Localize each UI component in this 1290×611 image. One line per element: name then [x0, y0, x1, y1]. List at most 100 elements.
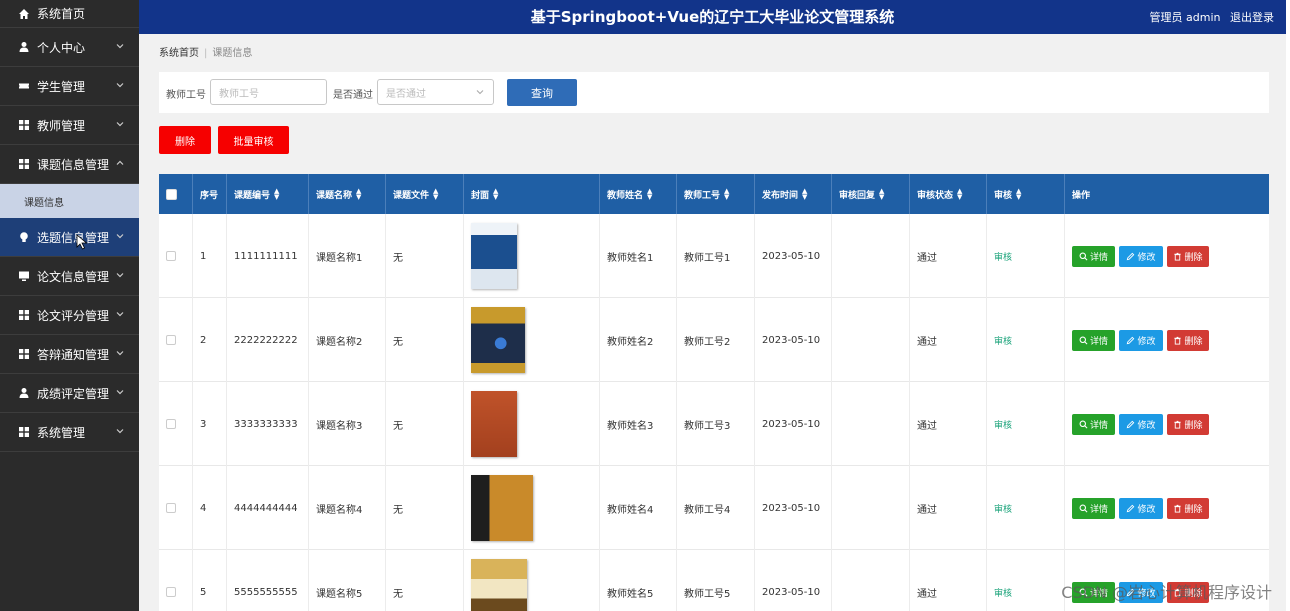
cell-file: 无: [386, 382, 464, 466]
header-status[interactable]: 审核状态 ▲ ▼: [910, 174, 987, 214]
cover-image[interactable]: [471, 391, 517, 457]
grid-icon: [18, 348, 30, 360]
audit-link[interactable]: 审核: [994, 334, 1012, 347]
edit-button[interactable]: 修改: [1119, 497, 1163, 519]
cell-status: 通过: [910, 298, 987, 382]
sort-icon[interactable]: ▲ ▼: [356, 188, 361, 201]
delete-button[interactable]: 删除: [159, 126, 211, 154]
sidebar-item-scoring[interactable]: 论文评分管理: [0, 296, 139, 335]
passed-select[interactable]: 是否通过: [377, 79, 494, 105]
sidebar-item-profile[interactable]: 个人中心: [0, 28, 139, 67]
breadcrumb-home[interactable]: 系统首页: [159, 48, 199, 59]
sidebar-item-home[interactable]: 系统首页: [0, 0, 139, 28]
button-label: 删除: [1184, 336, 1203, 347]
cover-image[interactable]: [471, 307, 525, 373]
row-check-cell: [159, 466, 193, 550]
delete-row-button[interactable]: 删除: [1167, 329, 1209, 351]
search-panel: 教师工号 教师工号 是否通过 是否通过 查询: [159, 72, 1269, 113]
cell-text: 无: [393, 420, 403, 432]
delete-row-button[interactable]: 删除: [1167, 245, 1209, 267]
sidebar-item-system[interactable]: 系统管理: [0, 413, 139, 452]
edit-button[interactable]: 修改: [1119, 413, 1163, 435]
cell-text: 教师工号2: [684, 336, 731, 348]
sort-icon[interactable]: ▲ ▼: [433, 188, 438, 201]
header-cover[interactable]: 封面 ▲ ▼: [464, 174, 600, 214]
logout-link[interactable]: 退出登录: [1230, 11, 1274, 24]
cell-text: 通过: [917, 336, 937, 348]
search-icon: [1079, 336, 1088, 344]
cell-teacher-no: 教师工号4: [677, 466, 755, 550]
sort-icon[interactable]: ▲ ▼: [1016, 188, 1021, 201]
grid-icon: [18, 119, 30, 131]
audit-link[interactable]: 审核: [994, 502, 1012, 515]
detail-button[interactable]: 详情: [1072, 245, 1115, 267]
audit-link[interactable]: 审核: [994, 250, 1012, 263]
sidebar-item-topics[interactable]: 课题信息管理: [0, 145, 139, 184]
cover-image[interactable]: [471, 223, 517, 289]
select-all-checkbox[interactable]: [166, 188, 177, 200]
detail-button[interactable]: 详情: [1072, 329, 1115, 351]
sort-icon[interactable]: ▲ ▼: [879, 188, 884, 201]
row-checkbox[interactable]: [166, 251, 176, 261]
chevron-down-icon: [116, 83, 124, 88]
edit-button[interactable]: 修改: [1119, 245, 1163, 267]
cell-text: 课题名称5: [316, 588, 363, 600]
cell-teacher-no: 教师工号1: [677, 214, 755, 298]
edit-button[interactable]: 修改: [1119, 329, 1163, 351]
header-teacher-no[interactable]: 教师工号 ▲ ▼: [677, 174, 755, 214]
sort-icon[interactable]: ▲ ▼: [493, 188, 498, 201]
cover-image[interactable]: [471, 559, 527, 611]
sort-icon[interactable]: ▲ ▼: [274, 188, 279, 201]
header-reply[interactable]: 审核回复 ▲ ▼: [832, 174, 910, 214]
cell-teacher: 教师姓名5: [600, 550, 677, 611]
batch-audit-button[interactable]: 批量审核: [218, 126, 289, 154]
teacher-no-input[interactable]: 教师工号: [210, 79, 327, 105]
header-label: 审核状态: [917, 190, 954, 201]
row-checkbox[interactable]: [166, 419, 176, 429]
header-index: 序号: [193, 174, 227, 214]
grid-icon: [18, 158, 30, 170]
cell-cover: [464, 214, 600, 298]
table-header: 序号 课题编号 ▲ ▼ 课题名称 ▲ ▼ 课题文件 ▲ ▼ 封面 ▲ ▼ 教师姓名 ▲ ▼ 教师工号…: [159, 174, 1269, 214]
sidebar-item-students[interactable]: 学生管理: [0, 67, 139, 106]
audit-link[interactable]: 审核: [994, 418, 1012, 431]
header-teacher[interactable]: 教师姓名 ▲ ▼: [600, 174, 677, 214]
sidebar-subitem-topic-info[interactable]: 课题信息: [0, 184, 139, 218]
header-audit[interactable]: 审核 ▲ ▼: [987, 174, 1065, 214]
cell-code: 5555555555: [227, 550, 309, 611]
row-checkbox[interactable]: [166, 503, 176, 513]
header-date[interactable]: 发布时间 ▲ ▼: [755, 174, 832, 214]
cell-text: 4: [200, 502, 207, 514]
header-file[interactable]: 课题文件 ▲ ▼: [386, 174, 464, 214]
audit-link[interactable]: 审核: [994, 586, 1012, 599]
breadcrumb: 系统首页 | 课题信息: [159, 44, 252, 59]
sidebar: 系统首页 个人中心 学生管理 教师管理 课题信息管理 课题信息 选题信息管理 论…: [0, 0, 139, 611]
grid-icon: [18, 426, 30, 438]
cell-index: 2: [193, 298, 227, 382]
cell-date: 2023-05-10: [755, 466, 832, 550]
cell-file: 无: [386, 550, 464, 611]
row-checkbox[interactable]: [166, 335, 176, 345]
delete-row-button[interactable]: 删除: [1167, 413, 1209, 435]
sort-icon[interactable]: ▲ ▼: [724, 188, 729, 201]
sort-icon[interactable]: ▲ ▼: [647, 188, 652, 201]
detail-button[interactable]: 详情: [1072, 413, 1115, 435]
delete-row-button[interactable]: 删除: [1167, 497, 1209, 519]
sort-icon[interactable]: ▲ ▼: [802, 188, 807, 201]
header-code[interactable]: 课题编号 ▲ ▼: [227, 174, 309, 214]
cell-audit: 审核: [987, 298, 1065, 382]
header-label: 封面: [471, 190, 490, 201]
button-label: 详情: [1089, 252, 1108, 263]
sidebar-item-teachers[interactable]: 教师管理: [0, 106, 139, 145]
sidebar-item-grades[interactable]: 成绩评定管理: [0, 374, 139, 413]
sidebar-item-defense[interactable]: 答辩通知管理: [0, 335, 139, 374]
header-label: 审核: [994, 190, 1013, 201]
sidebar-item-selection[interactable]: 选题信息管理: [0, 218, 139, 257]
sidebar-item-papers[interactable]: 论文信息管理: [0, 257, 139, 296]
query-button[interactable]: 查询: [507, 79, 577, 106]
cover-image[interactable]: [471, 475, 533, 541]
header-name[interactable]: 课题名称 ▲ ▼: [309, 174, 386, 214]
sort-icon[interactable]: ▲ ▼: [957, 188, 962, 201]
detail-button[interactable]: 详情: [1072, 497, 1115, 519]
row-checkbox[interactable]: [166, 587, 176, 597]
